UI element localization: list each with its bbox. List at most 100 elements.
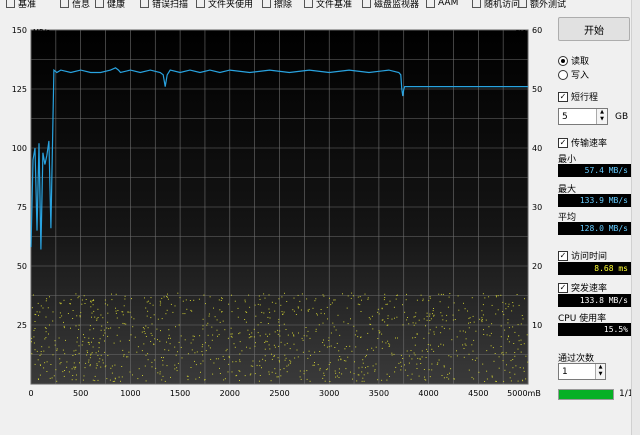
access-time-point [96, 318, 98, 320]
access-time-point [51, 377, 53, 379]
access-time-point [147, 300, 149, 302]
access-time-point [429, 296, 431, 298]
access-time-point [175, 354, 177, 356]
tab-disk-monitor[interactable]: 磁盘监视器 [362, 0, 419, 9]
access-time-point [520, 339, 522, 341]
access-time-point [489, 335, 491, 337]
access-time-point [464, 343, 466, 345]
tab-file-benchmark[interactable]: 文件基准 [304, 0, 352, 9]
transfer-rate-checkbox[interactable] [558, 137, 568, 148]
access-time-point [205, 303, 206, 305]
passes-down-icon[interactable]: ▼ [596, 371, 605, 378]
access-time-checkbox[interactable] [558, 250, 568, 261]
access-time-point [85, 299, 87, 300]
access-time-point [88, 342, 90, 344]
access-time-point [209, 296, 211, 298]
read-radio-row[interactable]: 读取 [558, 54, 589, 67]
tab-error-scan[interactable]: 错误扫描 [140, 0, 188, 9]
access-time-point [482, 293, 484, 295]
read-radio[interactable] [558, 55, 568, 66]
access-time-point [61, 315, 63, 317]
start-button[interactable]: 开始 [558, 17, 630, 41]
access-time-point [282, 313, 284, 315]
tab-label: 磁盘监视器 [374, 0, 420, 9]
access-time-point [433, 308, 434, 309]
access-time-point [283, 311, 285, 313]
access-time-point [507, 319, 509, 321]
access-time-point [473, 321, 475, 323]
access-time-point [211, 339, 213, 341]
short-stroke-row[interactable]: 短行程 [558, 90, 598, 103]
write-radio[interactable] [558, 69, 568, 80]
passes-value[interactable]: 1 [559, 367, 595, 377]
access-time-point [315, 328, 317, 330]
access-time-point [517, 380, 519, 382]
tab-aam[interactable]: AAM [426, 0, 458, 9]
short-stroke-spinner[interactable]: 5 ▲ ▼ [558, 108, 608, 125]
access-time-point [334, 347, 336, 348]
access-time-point [523, 367, 524, 369]
short-stroke-checkbox[interactable] [558, 91, 568, 102]
access-time-point [402, 324, 404, 326]
access-time-point [389, 376, 390, 377]
access-time-point [442, 319, 444, 321]
access-time-point [441, 326, 443, 328]
short-stroke-value[interactable]: 5 [559, 112, 596, 122]
access-time-point [481, 317, 483, 319]
access-time-point [231, 336, 233, 338]
access-time-point [414, 354, 416, 356]
spin-down-icon[interactable]: ▼ [597, 116, 607, 123]
access-time-point [63, 321, 64, 323]
tab-random-access[interactable]: 随机访问 [472, 0, 520, 9]
access-time-point [192, 335, 194, 337]
access-time-point [449, 372, 450, 374]
access-time-point [453, 302, 455, 304]
access-time-point [363, 380, 365, 382]
access-time-point [515, 365, 517, 367]
y-right-tick-label: 10 [532, 321, 542, 330]
access-time-point [345, 360, 347, 362]
access-time-point [154, 338, 156, 340]
access-time-point [423, 369, 425, 370]
access-time-point [81, 303, 83, 305]
access-time-point [286, 371, 288, 373]
tab-health[interactable]: 健康 [95, 0, 125, 9]
transfer-rate-row[interactable]: 传输速率 [558, 136, 607, 149]
access-time-point [72, 318, 74, 319]
access-time-point [328, 346, 330, 348]
access-time-point [228, 355, 230, 357]
tab-benchmark[interactable]: 基准 [6, 0, 36, 9]
write-radio-row[interactable]: 写入 [558, 68, 589, 81]
access-time-point [217, 358, 219, 360]
passes-spinner[interactable]: 1 ▲ ▼ [558, 363, 606, 380]
access-time-point [162, 375, 164, 377]
tab-erase[interactable]: 擦除 [262, 0, 292, 9]
access-time-point [338, 377, 340, 378]
access-time-point [307, 310, 309, 312]
spinner-arrows[interactable]: ▲ ▼ [596, 109, 607, 124]
access-time-point [377, 311, 379, 313]
access-time-point [343, 321, 345, 323]
spin-up-icon[interactable]: ▲ [597, 109, 607, 116]
access-time-point [187, 353, 189, 355]
access-time-point [115, 312, 117, 314]
access-time-point [338, 368, 340, 370]
passes-up-icon[interactable]: ▲ [596, 364, 605, 371]
access-time-point [268, 308, 270, 310]
access-time-point [47, 307, 49, 309]
access-time-row[interactable]: 访问时间 [558, 249, 607, 262]
passes-arrows[interactable]: ▲ ▼ [595, 364, 605, 379]
access-time-point [219, 309, 221, 311]
access-time-point [154, 359, 156, 361]
access-time-point [153, 343, 155, 345]
access-time-point [323, 344, 325, 346]
y-right-tick-label: 50 [532, 85, 542, 94]
tab-info[interactable]: 信息 [60, 0, 90, 9]
access-time-point [45, 331, 47, 333]
access-time-point [143, 331, 145, 332]
burst-rate-row[interactable]: 突发速率 [558, 281, 607, 294]
tab-folder[interactable]: 文件夹使用 [196, 0, 253, 9]
access-time-point [273, 344, 275, 346]
access-time-point [276, 376, 278, 378]
burst-rate-checkbox[interactable] [558, 282, 568, 293]
